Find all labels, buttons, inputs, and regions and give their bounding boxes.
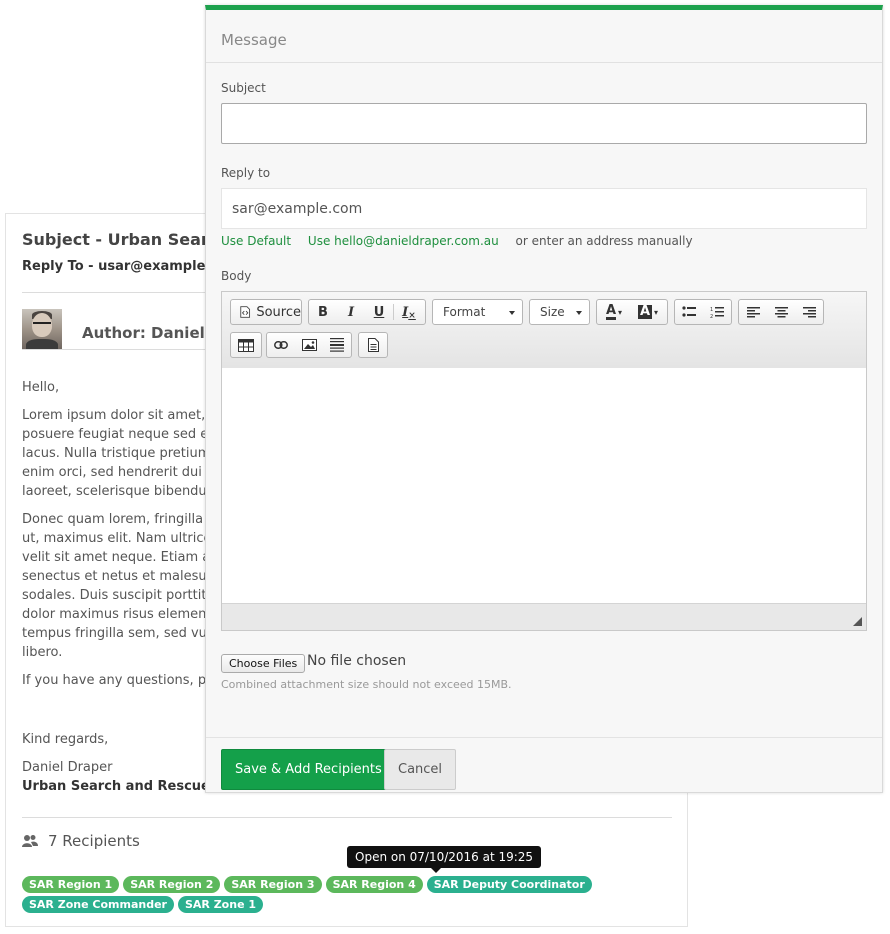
modal-header: Message — [206, 10, 882, 63]
size-dropdown[interactable]: Size — [529, 299, 590, 325]
users-icon — [22, 835, 38, 847]
recipient-tag[interactable]: SAR Zone 1 — [177, 896, 264, 913]
reply-to-input[interactable]: sar@example.com — [221, 188, 867, 229]
insert-group — [266, 332, 352, 358]
align-left-icon — [746, 306, 760, 317]
modal-title: Message — [221, 31, 287, 49]
open-status-tooltip: Open on 07/10/2016 at 19:25 — [347, 846, 542, 873]
reply-to-label: Reply to — [221, 166, 271, 180]
no-file-chosen-text: No file chosen — [307, 653, 407, 669]
table-icon — [238, 338, 254, 352]
size-label: Size — [540, 305, 565, 319]
recipients-header: 7 Recipients — [22, 832, 140, 850]
source-button[interactable]: Source — [230, 299, 302, 325]
align-center-button[interactable] — [767, 300, 795, 324]
closing: Kind regards, — [22, 732, 109, 747]
numbered-list-button[interactable]: 12 — [703, 300, 731, 324]
source-label: Source — [256, 304, 301, 320]
use-default-link[interactable]: Use Default — [221, 234, 291, 248]
image-button[interactable] — [295, 333, 323, 357]
italic-button[interactable]: I — [337, 300, 365, 324]
modal-footer: Save & Add Recipients Cancel — [206, 737, 882, 794]
subject-input[interactable] — [221, 103, 867, 144]
editor-toolbar: Source B I U I × Format Size A ▾ A ▾ 1 2 — [222, 292, 866, 369]
chevron-down-icon — [576, 311, 582, 315]
chevron-down-icon — [509, 311, 515, 315]
bold-button[interactable]: B — [309, 300, 337, 324]
source-icon — [240, 306, 251, 318]
manual-address-hint: or enter an address manually — [515, 234, 693, 248]
recipient-tag[interactable]: SAR Zone Commander — [22, 896, 174, 913]
save-add-recipients-button[interactable]: Save & Add Recipients — [221, 749, 396, 790]
attachment-help-text: Combined attachment size should not exce… — [221, 678, 512, 691]
svg-text:2: 2 — [710, 314, 713, 318]
bulleted-list-button[interactable] — [675, 300, 703, 324]
choose-files-button[interactable]: Choose Files — [221, 654, 306, 673]
align-right-icon — [802, 306, 816, 317]
rich-text-editor: Source B I U I × Format Size A ▾ A ▾ 1 2 — [221, 291, 867, 631]
basic-styles-group: B I U I × — [308, 299, 426, 325]
resize-handle-icon[interactable] — [853, 617, 862, 626]
editor-statusbar — [222, 603, 866, 630]
underline-button[interactable]: U — [365, 300, 393, 324]
use-alt-address-link[interactable]: Use hello@danieldraper.com.au — [308, 234, 499, 248]
numbered-list-icon: 12 — [710, 307, 724, 318]
preview-reply-to: Reply To - usar@example.co — [22, 259, 227, 274]
document-button[interactable] — [358, 332, 388, 358]
cancel-button[interactable]: Cancel — [384, 749, 457, 790]
preview-author: Author: Daniel D — [82, 324, 223, 342]
text-color-button[interactable]: A ▾ — [597, 300, 631, 324]
recipient-tags: SAR Region 1 SAR Region 2 SAR Region 3 SAR … — [22, 876, 662, 913]
align-right-button[interactable] — [795, 300, 823, 324]
preview-subject: Subject - Urban Search — [22, 230, 230, 249]
bulleted-list-icon — [682, 306, 696, 317]
align-left-button[interactable] — [739, 300, 767, 324]
recipient-tag[interactable]: SAR Region 1 — [22, 876, 120, 893]
recipient-tag[interactable]: SAR Region 3 — [224, 876, 322, 893]
lists-group: 12 — [674, 299, 732, 325]
message-modal: Message Subject Reply to sar@example.com… — [205, 5, 883, 793]
subject-label: Subject — [221, 81, 266, 95]
recipients-count: 7 Recipients — [48, 832, 140, 850]
colors-group: A ▾ A ▾ — [596, 299, 668, 325]
body-label: Body — [221, 269, 252, 283]
image-icon — [301, 339, 317, 351]
format-label: Format — [443, 305, 486, 319]
signature: Kind regards, Daniel Draper Urban Search… — [22, 730, 233, 796]
horizontal-rule-button[interactable] — [323, 333, 351, 357]
signature-name: Daniel Draper — [22, 760, 113, 775]
link-icon — [274, 341, 288, 349]
remove-format-button[interactable]: I × — [394, 300, 424, 324]
svg-text:1: 1 — [710, 307, 713, 313]
divider — [22, 817, 672, 818]
horizontal-rule-icon — [330, 338, 344, 352]
recipient-tag[interactable]: SAR Deputy Coordinator — [426, 876, 592, 893]
format-dropdown[interactable]: Format — [432, 299, 523, 325]
background-color-button[interactable]: A ▾ — [631, 300, 665, 324]
reply-to-options: Use Default Use hello@danieldraper.com.a… — [221, 234, 693, 248]
recipient-tag[interactable]: SAR Region 2 — [123, 876, 221, 893]
editor-content-area[interactable] — [222, 368, 866, 604]
signature-org: Urban Search and Rescue Co — [22, 779, 233, 794]
clear-x-icon: × — [408, 311, 416, 321]
document-icon — [367, 338, 379, 352]
recipient-tag[interactable]: SAR Region 4 — [325, 876, 423, 893]
table-button[interactable] — [230, 332, 262, 358]
link-button[interactable] — [267, 333, 295, 357]
align-center-icon — [774, 306, 788, 317]
alignment-group — [738, 299, 824, 325]
author-avatar — [22, 309, 62, 349]
